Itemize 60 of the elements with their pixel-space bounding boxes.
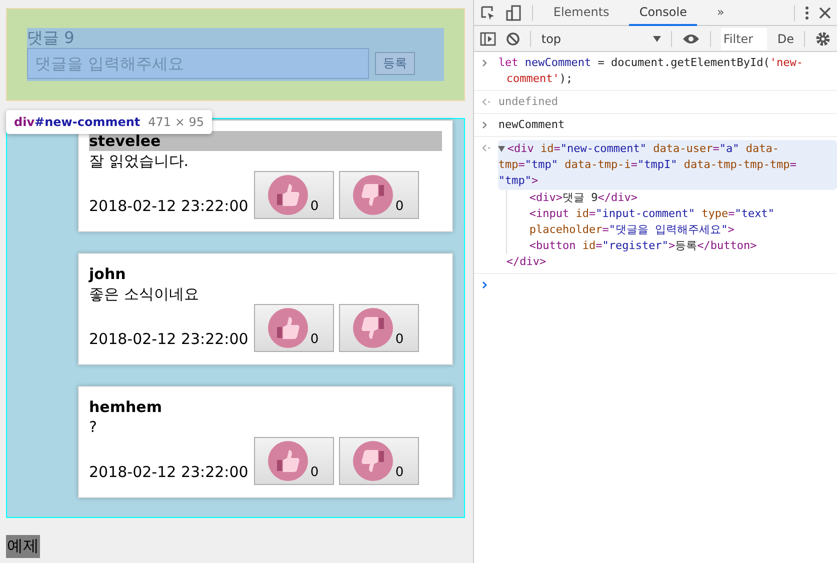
code-line: <input id="input-comment" type="text": [529, 206, 776, 222]
context-dropdown[interactable]: top: [541, 32, 662, 46]
device-icon[interactable]: [506, 4, 522, 20]
tooltip-id: #new-comment: [34, 115, 140, 129]
settings-icon[interactable]: [815, 30, 831, 46]
devtools-tab[interactable]: Elements: [543, 0, 620, 26]
thumbs-down-icon: [353, 308, 394, 348]
dislike-button[interactable]: 0: [339, 304, 420, 352]
tooltip-size: 471 × 95: [148, 115, 204, 129]
clear-console-icon[interactable]: [506, 32, 520, 46]
code-line: <div>댓글 9</div>: [529, 190, 638, 206]
comment-count: 댓글 9: [27, 28, 76, 48]
like-button[interactable]: 0: [254, 171, 334, 219]
comment-date: 2018-02-12 23:22:00: [89, 330, 248, 350]
eye-icon[interactable]: [682, 32, 700, 44]
comment-text: ?: [89, 417, 98, 437]
code-line: undefined: [498, 94, 559, 110]
code-line: "tmp">: [498, 173, 540, 189]
code-line: </div>: [506, 254, 548, 270]
prompt-chevron-icon: [482, 281, 488, 289]
inspect-icon[interactable]: [480, 4, 496, 20]
like-button[interactable]: 0: [254, 437, 334, 485]
dropdown-caret-icon: [653, 36, 662, 42]
expand-triangle-icon[interactable]: [498, 146, 506, 152]
code-line: comment');: [506, 71, 574, 87]
code-line: <button id="register">등록</button>: [529, 238, 758, 254]
output-arrow-icon: [482, 144, 492, 152]
thumbs-down-icon: [353, 175, 394, 215]
more-menu-icon[interactable]: [805, 6, 809, 20]
example-label: 예제: [6, 535, 40, 558]
comment-text: 잘 읽었습니다.: [89, 151, 190, 171]
tooltip-tag: div: [14, 115, 35, 129]
comment-date: 2018-02-12 23:22:00: [89, 463, 248, 483]
comment-author: stevelee: [89, 131, 442, 151]
code-line: let newComment = document.getElementById('new-: [498, 55, 804, 71]
comment-input-field[interactable]: 댓글을 입력해주세요: [27, 48, 369, 79]
comment-author: john: [89, 264, 127, 284]
close-icon[interactable]: [819, 6, 831, 18]
like-button[interactable]: 0: [254, 304, 334, 352]
thumbs-up-icon: [268, 175, 308, 215]
sidebar-toggle-icon[interactable]: [480, 32, 496, 46]
comment-author: hemhem: [89, 397, 163, 417]
output-arrow-icon: [482, 98, 492, 106]
dislike-button[interactable]: 0: [339, 171, 420, 219]
comment-date: 2018-02-12 23:22:00: [89, 197, 248, 217]
code-line: <div id="new-comment" data-user="a" data-: [507, 141, 779, 157]
thumbs-down-icon: [353, 441, 394, 481]
highlighted-element[interactable]: <div id="new-comment" data-user="a" data- tmp="tmp" data-tmp-i="tmpI" data-tmp-tmp-tmp= "tmp">: [498, 140, 837, 190]
levels-dropdown[interactable]: De: [777, 32, 794, 46]
thumbs-up-icon: [268, 441, 308, 481]
input-chevron-icon: [482, 121, 488, 129]
filter-field[interactable]: Filter: [721, 28, 768, 50]
more-tabs-button[interactable]: »: [706, 0, 734, 26]
code-line: tmp="tmp" data-tmp-i="tmpI" data-tmp-tmp-tmp=: [498, 157, 798, 173]
dislike-button[interactable]: 0: [339, 437, 420, 485]
code-line: placeholder="댓글을 입력해주세요">: [529, 222, 736, 238]
input-chevron-icon: [482, 59, 488, 67]
code-line: newComment: [498, 117, 566, 133]
thumbs-up-icon: [268, 308, 308, 348]
comment-text: 좋은 소식이네요: [89, 284, 200, 304]
